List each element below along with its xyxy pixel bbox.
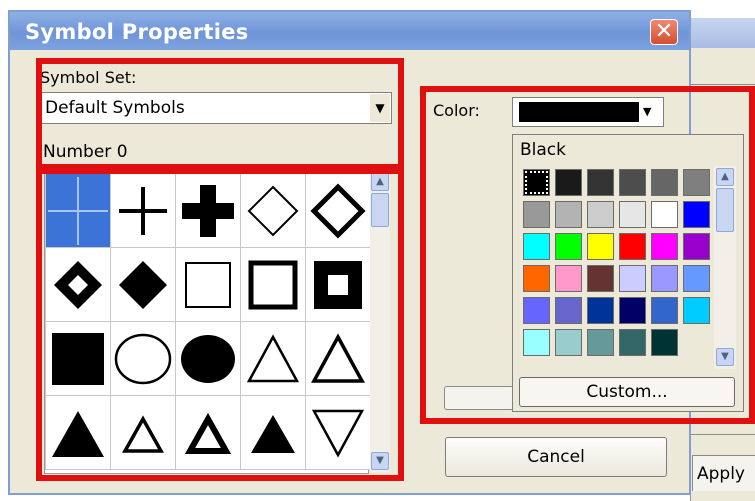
highlight-color [420, 86, 755, 424]
close-button[interactable]: ✕ [650, 19, 678, 45]
dialog-title: Symbol Properties [25, 20, 249, 44]
close-icon: ✕ [654, 19, 674, 44]
highlight-symbol-set [36, 58, 404, 170]
divider [691, 434, 755, 435]
title-bar: Symbol Properties ✕ [10, 12, 689, 50]
divider [691, 84, 755, 85]
highlight-symbol-grid [36, 168, 404, 481]
apply-button[interactable]: Apply [692, 455, 755, 491]
cancel-button[interactable]: Cancel [445, 437, 667, 477]
background-titlebar [691, 18, 755, 48]
